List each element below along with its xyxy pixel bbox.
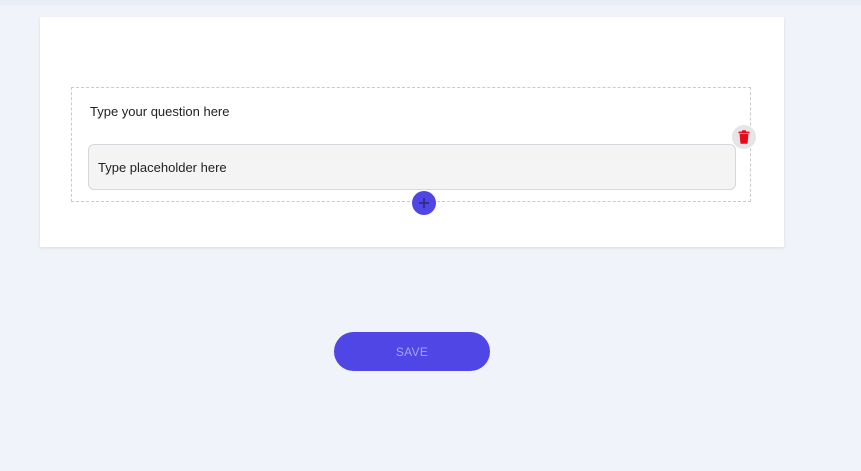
- question-text[interactable]: Type your question here: [90, 104, 229, 119]
- trash-icon: [738, 130, 750, 144]
- plus-icon: [419, 198, 429, 208]
- save-button[interactable]: SAVE: [334, 332, 490, 371]
- top-strip: [0, 0, 861, 5]
- question-block[interactable]: Type your question here: [71, 87, 751, 202]
- question-card: Type your question here: [40, 17, 784, 247]
- answer-placeholder-input[interactable]: [88, 144, 736, 190]
- delete-question-button[interactable]: [732, 125, 756, 149]
- add-question-button[interactable]: [412, 191, 436, 215]
